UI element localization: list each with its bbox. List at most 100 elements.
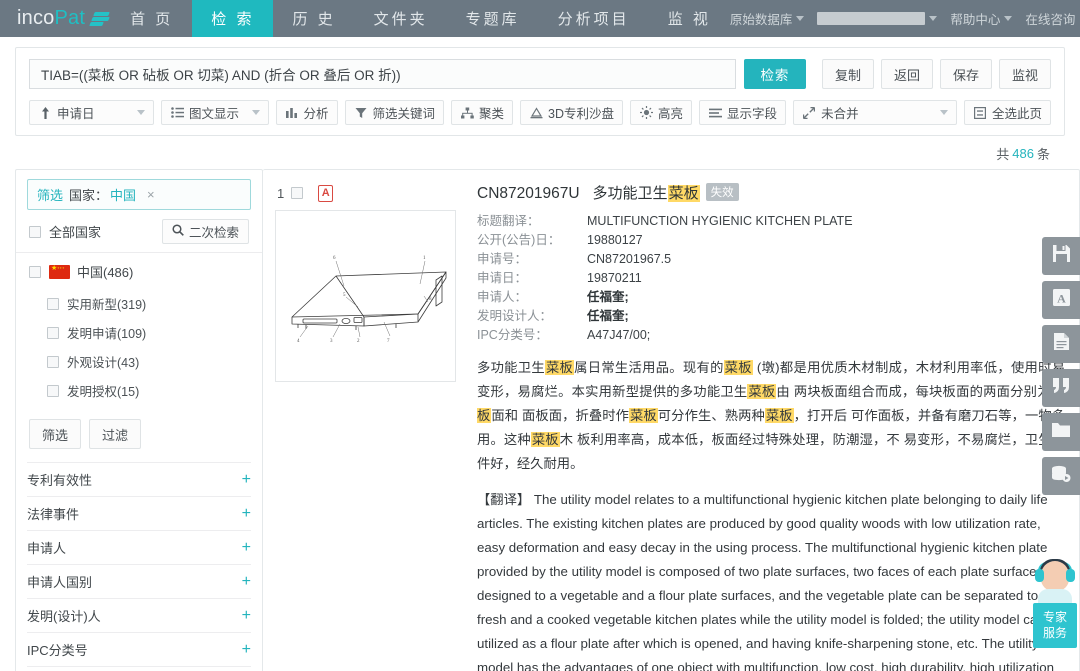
patent-drawing-thumbnail[interactable]: 61 54 32 78 xyxy=(275,210,456,382)
toolbar-3d-sandbox[interactable]: 3D专利沙盘 xyxy=(520,100,624,125)
toolbar-sort-by-filing-date[interactable]: 申请日 xyxy=(29,100,154,125)
nav-item-analysis-project[interactable]: 分析项目 xyxy=(539,0,649,37)
database-selector[interactable]: 原始数据库 xyxy=(730,9,805,28)
china-flag-icon xyxy=(49,264,70,279)
nav-item-topic-library[interactable]: 专题库 xyxy=(447,0,539,37)
accordion-applicant-country[interactable]: 申请人国别 + xyxy=(27,564,251,598)
toolbar-filter-keyword-label: 筛选关键词 xyxy=(372,107,436,121)
accordion-inventor[interactable]: 发明(设计)人 + xyxy=(27,598,251,632)
result-select-checkbox[interactable] xyxy=(291,187,304,199)
abstract-text-run: 面和 面板面，折叠时作 xyxy=(491,408,630,423)
help-center-menu[interactable]: 帮助中心 xyxy=(950,9,1013,28)
filter-country-china-row[interactable]: 中国(486) xyxy=(27,253,251,289)
invention-application-checkbox[interactable] xyxy=(47,326,59,339)
meta-row-ipc: IPC分类号： A47J47/00; xyxy=(477,326,1065,345)
patent-id[interactable]: CN87201967U xyxy=(477,185,580,203)
pdf-icon[interactable]: A xyxy=(318,184,334,202)
database-selector-label: 原始数据库 xyxy=(729,13,793,27)
apply-filter-button[interactable]: 筛选 xyxy=(29,419,82,449)
user-name-redacted xyxy=(817,12,926,25)
utility-model-checkbox[interactable] xyxy=(47,297,59,310)
svg-text:A: A xyxy=(1057,292,1066,306)
filter-all-countries-row: 全部国家 二次检索 xyxy=(27,210,251,252)
meta-row-title-translation: 标题翻译： MULTIFUNCTION HYGIENIC KITCHEN PLA… xyxy=(477,212,1065,231)
meta-key: 标题翻译： xyxy=(477,214,540,228)
expert-service-label[interactable]: 专家 服务 xyxy=(1033,603,1077,648)
toolbar-highlight[interactable]: 高亮 xyxy=(630,100,693,125)
secondary-search-button[interactable]: 二次检索 xyxy=(161,219,249,244)
filter-design-row[interactable]: 外观设计(43) xyxy=(27,347,251,376)
count-suffix: 条 xyxy=(1036,147,1050,162)
back-button[interactable]: 返回 xyxy=(880,59,933,89)
meta-value: 19870211 xyxy=(587,271,642,285)
toolbar-filter-keyword[interactable]: 筛选关键词 xyxy=(344,100,445,125)
meta-value[interactable]: 任福奎; xyxy=(587,307,629,326)
app-logo[interactable]: incoPat xyxy=(0,0,111,37)
document-icon xyxy=(1052,332,1071,356)
svg-text:4: 4 xyxy=(297,339,300,344)
toolbar-show-fields[interactable]: 显示字段 xyxy=(699,100,787,125)
funnel-icon xyxy=(354,106,368,120)
save-button[interactable]: 保存 xyxy=(939,59,992,89)
abstract-text-run: 由 两块板面组合而成，每块板面的两面分别为 xyxy=(776,384,1051,399)
toolbar-display-mode[interactable]: 图文显示 xyxy=(161,100,269,125)
toolbar-sort-label: 申请日 xyxy=(57,107,95,121)
copy-button[interactable]: 复制 xyxy=(821,59,874,89)
toolbar-select-all-page[interactable]: 全选此页 xyxy=(963,100,1051,125)
rail-database-button[interactable] xyxy=(1042,457,1080,495)
meta-row-application-number: 申请号： CN87201967.5 xyxy=(477,250,1065,269)
meta-value[interactable]: 任福奎; xyxy=(587,288,629,307)
patent-title[interactable]: 多功能卫生菜板 失效 xyxy=(593,182,739,203)
rail-document-button[interactable] xyxy=(1042,325,1080,363)
accordion-ipc-class[interactable]: IPC分类号 + xyxy=(27,632,251,666)
right-action-rail: A xyxy=(1042,237,1080,495)
expand-icon xyxy=(802,106,816,120)
result-count-row: 共 486 条 xyxy=(0,136,1080,169)
accordion-legal-events[interactable]: 法律事件 + xyxy=(27,496,251,530)
exclude-filter-button[interactable]: 过滤 xyxy=(89,419,142,449)
rail-save-button[interactable] xyxy=(1042,237,1080,275)
abstract-highlight-term: 菜板 xyxy=(723,360,753,375)
nav-item-history[interactable]: 历 史 xyxy=(273,0,354,37)
nav-item-home[interactable]: 首 页 xyxy=(111,0,192,37)
accordion-china-province[interactable]: 中国省市 + xyxy=(27,666,251,671)
expert-service-line1: 专家 xyxy=(1042,610,1067,624)
toolbar-cluster[interactable]: 聚类 xyxy=(451,100,514,125)
nav-item-search[interactable]: 检 索 xyxy=(192,0,274,37)
meta-key: 申请号： xyxy=(477,252,528,266)
rail-quote-button[interactable] xyxy=(1042,369,1080,407)
search-icon xyxy=(172,224,184,239)
filter-invention-grant-row[interactable]: 发明授权(15) xyxy=(27,376,251,405)
patent-title-row: CN87201967U 多功能卫生菜板 失效 xyxy=(477,182,1065,203)
toolbar-analysis-label: 分析 xyxy=(303,107,329,121)
search-button[interactable]: 检索 xyxy=(743,59,806,89)
design-checkbox[interactable] xyxy=(47,355,59,368)
status-badge: 失效 xyxy=(705,183,739,201)
filter-utility-model-row[interactable]: 实用新型(319) xyxy=(27,289,251,318)
search-query-input[interactable]: TIAB=((菜板 OR 砧板 OR 切菜) AND (折合 OR 叠后 OR … xyxy=(29,59,736,89)
quote-icon xyxy=(1052,377,1071,399)
search-action-buttons: 复制 返回 保存 监视 xyxy=(821,59,1051,89)
invention-grant-checkbox[interactable] xyxy=(47,384,59,397)
online-consult-link[interactable]: 在线咨询 xyxy=(1025,9,1075,28)
china-checkbox[interactable] xyxy=(29,265,41,278)
all-countries-checkbox[interactable] xyxy=(29,225,41,238)
accordion-patent-validity[interactable]: 专利有效性 + xyxy=(27,462,251,496)
nav-item-monitor[interactable]: 监 视 xyxy=(649,0,730,37)
rail-pdf-button[interactable]: A xyxy=(1042,281,1080,319)
toolbar-merge-mode[interactable]: 未合并 xyxy=(793,100,957,125)
filter-invention-application-row[interactable]: 发明申请(109) xyxy=(27,318,251,347)
expert-service-widget[interactable]: 专家 服务 xyxy=(1032,559,1078,671)
close-icon[interactable]: × xyxy=(147,187,155,202)
plus-icon: + xyxy=(241,640,251,658)
accordion-applicant[interactable]: 申请人 + xyxy=(27,530,251,564)
meta-row-publication-date: 公开(公告)日： 19880127 xyxy=(477,231,1065,250)
chip-filter-value: 中国 xyxy=(110,188,137,203)
user-account-menu[interactable] xyxy=(817,12,938,25)
toolbar-analysis[interactable]: 分析 xyxy=(275,100,338,125)
nav-item-folder[interactable]: 文件夹 xyxy=(355,0,447,37)
accordion-ipc-class-label: IPC分类号 xyxy=(27,643,88,658)
monitor-button[interactable]: 监视 xyxy=(998,59,1051,89)
rail-folder-button[interactable] xyxy=(1042,413,1080,451)
toolbar-select-all-label: 全选此页 xyxy=(991,107,1042,121)
